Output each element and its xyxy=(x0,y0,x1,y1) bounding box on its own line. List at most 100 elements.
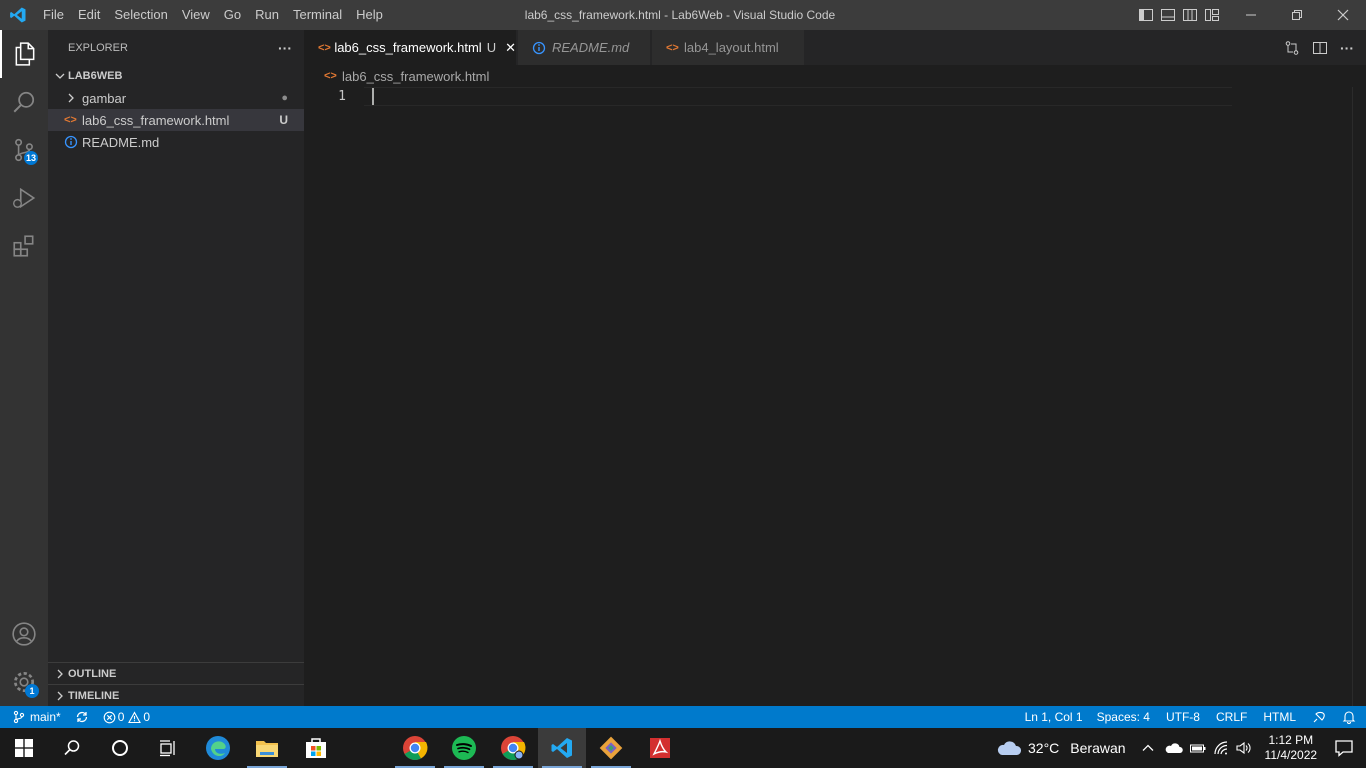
split-editor-icon[interactable] xyxy=(1312,40,1328,56)
search-taskbar-button[interactable] xyxy=(48,728,96,768)
workspace-folder-name: LAB6WEB xyxy=(68,70,123,82)
tab-readme[interactable]: README.md xyxy=(518,30,651,65)
menu-selection[interactable]: Selection xyxy=(107,0,174,30)
info-icon xyxy=(64,135,78,149)
git-taskbar-button[interactable] xyxy=(587,728,635,768)
breadcrumb-file[interactable]: lab6_css_framework.html xyxy=(342,69,489,84)
store-taskbar-button[interactable] xyxy=(292,728,340,768)
timeline-title: TIMELINE xyxy=(68,689,120,702)
feedback-button[interactable] xyxy=(1304,706,1334,728)
weather-description[interactable]: Berawan xyxy=(1070,740,1125,756)
menu-edit[interactable]: Edit xyxy=(71,0,107,30)
tab-lab6-css-framework[interactable]: <> lab6_css_framework.html U ✕ xyxy=(304,30,517,65)
acrobat-taskbar-button[interactable] xyxy=(636,728,684,768)
minimize-button[interactable] xyxy=(1228,0,1274,30)
menu-help[interactable]: Help xyxy=(349,0,390,30)
start-button[interactable] xyxy=(0,728,48,768)
clock-date: 11/4/2022 xyxy=(1264,748,1318,762)
explorer-sidebar: EXPLORER ··· LAB6WEB gambar ● <> lab6_cs… xyxy=(48,30,304,706)
tree-item-readme[interactable]: README.md xyxy=(48,131,304,153)
file-explorer-taskbar-button[interactable] xyxy=(243,728,291,768)
spotify-taskbar-button[interactable] xyxy=(440,728,488,768)
notifications-button[interactable] xyxy=(1334,706,1366,728)
open-changes-icon[interactable] xyxy=(1284,40,1300,56)
run-debug-activity[interactable] xyxy=(0,174,48,222)
wifi-icon[interactable] xyxy=(1213,741,1231,755)
manage-activity[interactable]: 1 xyxy=(0,658,48,706)
source-control-activity[interactable]: 13 xyxy=(0,126,48,174)
end-of-line[interactable]: CRLF xyxy=(1208,706,1255,728)
menu-terminal[interactable]: Terminal xyxy=(286,0,349,30)
tree-item-gambar[interactable]: gambar ● xyxy=(48,87,304,109)
spotify-icon xyxy=(452,736,476,760)
volume-icon[interactable] xyxy=(1235,741,1253,755)
search-activity[interactable] xyxy=(0,78,48,126)
untracked-status: U xyxy=(279,113,288,127)
html-file-icon: <> xyxy=(64,114,77,126)
branch-status[interactable]: main* xyxy=(0,706,67,728)
line-number: 1 xyxy=(338,89,346,104)
more-actions-button[interactable]: ··· xyxy=(278,40,292,56)
encoding[interactable]: UTF-8 xyxy=(1158,706,1208,728)
sync-button[interactable] xyxy=(67,706,97,728)
language-mode[interactable]: HTML xyxy=(1255,706,1304,728)
menu-view[interactable]: View xyxy=(175,0,217,30)
extensions-activity[interactable] xyxy=(0,222,48,270)
close-window-button[interactable] xyxy=(1320,0,1366,30)
breadcrumb[interactable]: <> lab6_css_framework.html xyxy=(304,65,489,87)
search-icon xyxy=(64,740,80,756)
toggle-secondary-sidebar-icon[interactable] xyxy=(1182,7,1198,23)
toggle-primary-sidebar-icon[interactable] xyxy=(1138,7,1154,23)
tab-close-button[interactable]: ✕ xyxy=(505,40,516,56)
more-actions-icon[interactable]: ··· xyxy=(1340,40,1354,56)
run-debug-icon xyxy=(13,187,36,209)
current-line-highlight xyxy=(364,87,1232,106)
workspace-folder-header[interactable]: LAB6WEB xyxy=(48,65,304,87)
edge-taskbar-button[interactable] xyxy=(194,728,242,768)
chrome-taskbar-button[interactable] xyxy=(391,728,439,768)
menu-run[interactable]: Run xyxy=(248,0,286,30)
task-view-button[interactable] xyxy=(144,728,192,768)
acrobat-icon xyxy=(650,738,670,758)
restore-button[interactable] xyxy=(1274,0,1320,30)
notification-center-icon[interactable] xyxy=(1334,739,1354,757)
chrome-profile-taskbar-button[interactable] xyxy=(489,728,537,768)
accounts-activity[interactable] xyxy=(0,610,48,658)
cortana-button[interactable] xyxy=(96,728,144,768)
menu-go[interactable]: Go xyxy=(217,0,248,30)
outline-title: OUTLINE xyxy=(68,667,117,680)
branch-name: main* xyxy=(30,710,61,724)
bell-icon xyxy=(1342,711,1356,724)
tab-label: README.md xyxy=(552,40,630,55)
vscode-logo-icon[interactable] xyxy=(0,0,36,30)
problems-status[interactable]: 0 0 xyxy=(97,706,156,728)
code-editor[interactable]: 1 xyxy=(304,87,1366,706)
settings-badge: 1 xyxy=(25,684,39,698)
git-icon xyxy=(599,736,623,760)
customize-layout-icon[interactable] xyxy=(1204,7,1220,23)
tree-item-lab6-css-framework[interactable]: <> lab6_css_framework.html U xyxy=(48,109,304,131)
cloud-weather-icon[interactable] xyxy=(996,739,1022,757)
editor-tab-bar: <> lab6_css_framework.html U ✕ README.md… xyxy=(304,30,1366,65)
vertical-scrollbar[interactable] xyxy=(1352,87,1366,706)
chevron-down-icon xyxy=(55,73,65,79)
outline-section-header[interactable]: OUTLINE xyxy=(48,662,304,684)
tab-lab4-layout[interactable]: <> lab4_layout.html xyxy=(652,30,805,65)
menu-file[interactable]: File xyxy=(36,0,71,30)
battery-icon[interactable] xyxy=(1189,741,1207,755)
onedrive-icon[interactable] xyxy=(1165,741,1183,755)
vscode-taskbar-button[interactable] xyxy=(538,728,586,768)
cursor-position[interactable]: Ln 1, Col 1 xyxy=(1019,706,1089,728)
weather-temperature[interactable]: 32°C xyxy=(1028,740,1059,756)
toggle-panel-icon[interactable] xyxy=(1160,7,1176,23)
indentation[interactable]: Spaces: 4 xyxy=(1089,706,1158,728)
edge-icon xyxy=(206,736,230,760)
activity-bar: 13 1 xyxy=(0,30,48,706)
timeline-section-header[interactable]: TIMELINE xyxy=(48,684,304,706)
tree-item-label: lab6_css_framework.html xyxy=(82,112,230,128)
tab-label: lab6_css_framework.html xyxy=(334,40,482,55)
clock[interactable]: 1:12 PM 11/4/2022 xyxy=(1265,733,1318,763)
chevron-right-icon xyxy=(68,93,74,103)
explorer-activity[interactable] xyxy=(0,30,48,78)
chevron-up-icon[interactable] xyxy=(1141,741,1155,755)
